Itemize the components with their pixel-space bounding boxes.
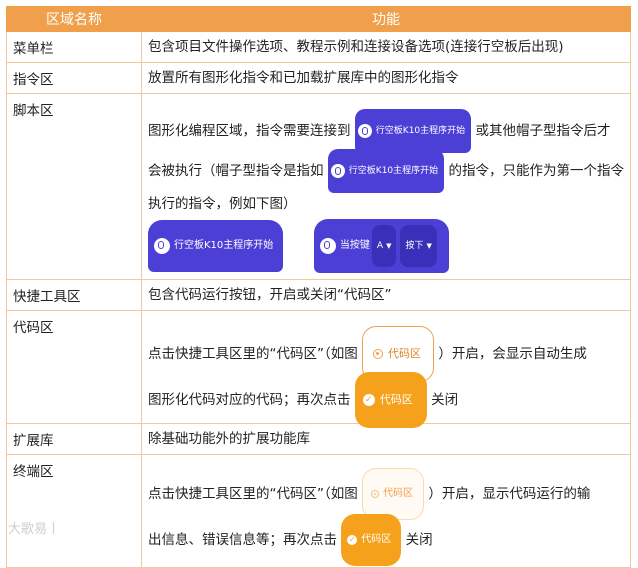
term-text-2b: 关闭 [405,532,433,548]
row-name: 菜单栏 [6,31,142,63]
row-name: 扩展库 [6,423,142,455]
table-row-ext: 扩展库 除基础功能外的扩展功能库 [6,423,631,455]
code-icon [373,349,384,359]
regions-table: 区域名称 功能 菜单栏 包含项目文件操作选项、教程示例和连接设备选项(连接行空板… [6,6,631,568]
board-icon [154,237,170,254]
row-desc: 图形化编程区域，指令需要连接到 行空板K10主程序开始 或其他帽子型指令后才 会… [141,93,631,280]
hat-block-prefix: 当按键 [339,239,370,251]
table-row-menu: 菜单栏 包含项目文件操作选项、教程示例和连接设备选项(连接行空板后出现) [6,31,631,63]
term-text-2a: 出信息、错误信息等；再次点击 [148,532,337,548]
term-text-1b: ）开启，显示代码运行的输 [428,486,591,502]
row-name: 终端区 [6,454,142,568]
code-button-label: 代码区 [379,393,413,406]
row-name: 快捷工具区 [6,279,142,311]
table-row-code: 代码区 点击快捷工具区里的“代码区”（如图 代码区 ）开启，会显示自动生成 图形… [6,310,631,428]
chevron-down-icon: ▼ [386,241,392,250]
code-area-button-on: ✓ 代码区 [354,372,427,428]
check-icon: ✓ [362,394,375,406]
code-text-1a: 点击快捷工具区里的“代码区”（如图 [148,346,358,362]
row-desc: 点击快捷工具区里的“代码区”（如图 代码区 ）开启，显示代码运行的输 出信息、错… [141,454,631,568]
term-text-1a: 点击快捷工具区里的“代码区”（如图 [148,486,358,502]
action-dropdown: 按下 ▼ [400,224,437,267]
table-row-tool: 快捷工具区 包含代码运行按钮，开启或关闭“代码区” [6,279,631,311]
watermark: 大歌易丨 [8,522,61,537]
board-icon [330,163,345,178]
term-button-label: 代码区 [361,534,392,545]
script-text-3: 执行的指令，例如下图） [148,195,297,212]
terminal-button-on: ✓ 代码区 [341,514,402,566]
code-text-1b: ）开启，会显示自动生成 [438,346,587,362]
chevron-down-icon: ▼ [426,241,432,250]
terminal-button-off: 代码区 [362,468,425,520]
row-desc: 点击快捷工具区里的“代码区”（如图 代码区 ）开启，会显示自动生成 图形化代码对… [141,310,631,428]
hat-block-label: 行空板K10主程序开始 [375,125,466,136]
row-desc: 放置所有图形化指令和已加载扩展库中的图形化指令 [141,62,631,94]
key-dropdown: A ▼ [371,224,397,267]
header-col-name: 区域名称 [6,6,142,32]
action-dropdown-value: 按下 [405,240,424,251]
row-desc: 除基础功能外的扩展功能库 [141,423,631,455]
check-icon: ✓ [347,535,358,545]
row-desc: 包含项目文件操作选项、教程示例和连接设备选项(连接行空板后出现) [141,31,631,63]
hat-block-example-start: 行空板K10主程序开始 [148,219,284,272]
row-desc: 包含代码运行按钮，开启或关闭“代码区” [141,279,631,311]
code-button-label: 代码区 [388,347,422,360]
row-name: 代码区 [6,310,142,424]
script-text-1b: 或其他帽子型指令后才 [475,122,611,139]
hat-block-inline: 行空板K10主程序开始 [354,108,472,153]
code-text-2a: 图形化代码对应的代码；再次点击 [148,392,351,408]
hat-block-label: 行空板K10主程序开始 [174,239,274,251]
table-row-cmd: 指令区 放置所有图形化指令和已加载扩展库中的图形化指令 [6,62,631,94]
script-text-2a: 会被执行（帽子型指令是指如 [148,162,324,179]
table-row-script: 脚本区 图形化编程区域，指令需要连接到 行空板K10主程序开始 或其他帽子型指令… [6,93,631,280]
board-icon [357,123,372,138]
script-text-1a: 图形化编程区域，指令需要连接到 [148,122,351,139]
header-col-func: 功能 [141,6,631,32]
board-icon [319,237,336,254]
table-row-term: 终端区 点击快捷工具区里的“代码区”（如图 代码区 ）开启，显示代码运行的输 出… [6,454,631,568]
hat-block-example-button: 当按键 A ▼ 按下 ▼ [313,218,449,273]
code-text-2b: 关闭 [431,392,459,408]
hat-block-label: 行空板K10主程序开始 [348,165,439,176]
row-name: 脚本区 [6,93,142,280]
code-icon [371,490,380,498]
key-dropdown-value: A [376,240,384,251]
table-header: 区域名称 功能 [6,6,631,32]
term-button-label: 代码区 [383,488,414,499]
row-name: 指令区 [6,62,142,94]
hat-block-inline: 行空板K10主程序开始 [327,148,445,193]
script-text-2b: 的指令，只能作为第一个指令 [448,162,624,179]
